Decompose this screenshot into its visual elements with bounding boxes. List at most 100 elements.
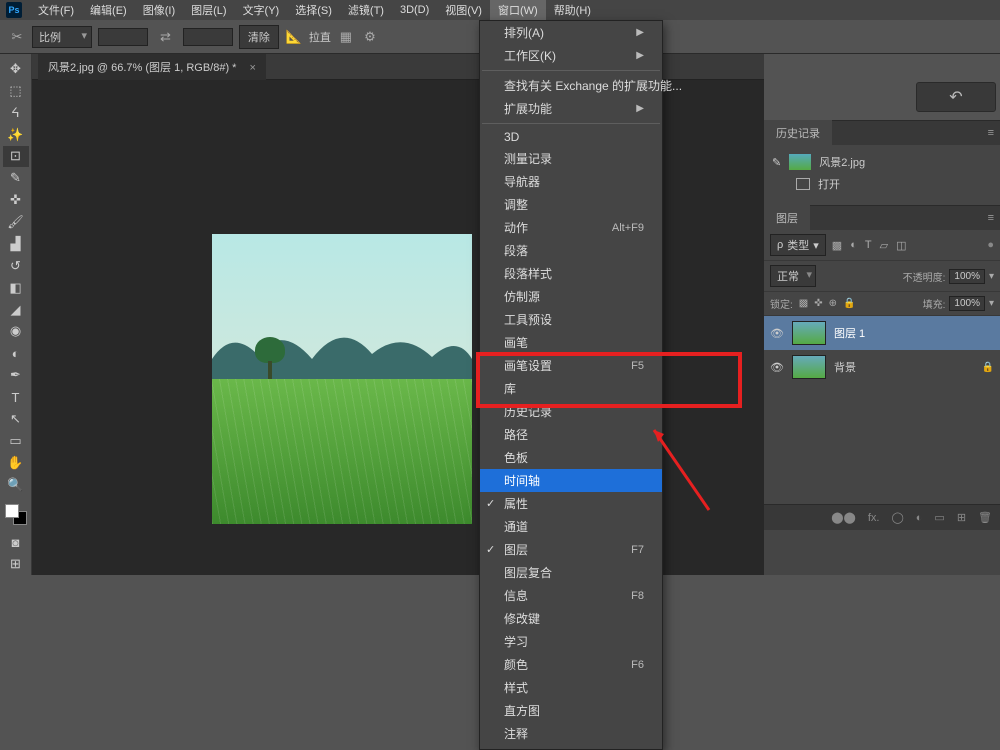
menu-item[interactable]: 扩展功能▶ bbox=[480, 97, 662, 120]
menu-3[interactable]: 图层(L) bbox=[183, 0, 234, 21]
filter-toggle[interactable]: ● bbox=[987, 239, 994, 251]
menu-item[interactable]: 段落样式 bbox=[480, 262, 662, 285]
grid-icon[interactable]: ▦ bbox=[337, 28, 355, 46]
straighten-icon[interactable]: 📐 bbox=[285, 28, 303, 46]
lock-pixels-icon[interactable]: ▩ bbox=[799, 298, 808, 309]
menu-8[interactable]: 视图(V) bbox=[437, 0, 490, 21]
path-tool[interactable]: ↖ bbox=[3, 408, 29, 430]
history-brush-tool[interactable]: ↺ bbox=[3, 255, 29, 277]
panel-menu-icon[interactable]: ≡ bbox=[982, 123, 1000, 143]
dodge-tool[interactable]: ◐ bbox=[3, 342, 29, 364]
filter-type-icon[interactable]: T bbox=[865, 239, 872, 252]
lock-all-icon[interactable]: 🔒 bbox=[843, 298, 855, 309]
ratio-select[interactable]: 比例 bbox=[32, 26, 92, 48]
menu-item[interactable]: 动作Alt+F9 bbox=[480, 216, 662, 239]
canvas[interactable] bbox=[212, 234, 472, 524]
menu-item[interactable]: 颜色F6 bbox=[480, 653, 662, 676]
swap-icon[interactable]: ⇄ bbox=[154, 29, 177, 45]
filter-type-select[interactable]: ρ 类型 ▾ bbox=[770, 234, 826, 256]
menu-item[interactable]: 通道 bbox=[480, 515, 662, 538]
color-swatches[interactable] bbox=[5, 504, 27, 526]
ratio-w-field[interactable] bbox=[98, 28, 148, 46]
ratio-h-field[interactable] bbox=[183, 28, 233, 46]
menu-9[interactable]: 窗口(W) bbox=[490, 0, 546, 21]
filter-shape-icon[interactable]: ▱ bbox=[880, 239, 888, 252]
menu-item[interactable]: 历史记录 bbox=[480, 400, 662, 423]
eyedropper-tool[interactable]: ✎ bbox=[3, 167, 29, 189]
mask-icon[interactable]: ◯ bbox=[891, 511, 903, 524]
visibility-icon[interactable]: 👁 bbox=[770, 361, 784, 374]
history-tab[interactable]: 历史记录 bbox=[764, 120, 832, 146]
move-tool[interactable]: ✥ bbox=[3, 58, 29, 80]
layers-tab[interactable]: 图层 bbox=[764, 205, 810, 231]
group-icon[interactable]: ▭ bbox=[934, 511, 944, 524]
menu-item[interactable]: 3D bbox=[480, 127, 662, 147]
menu-item[interactable]: 信息F8 bbox=[480, 584, 662, 607]
shape-tool[interactable]: ▭ bbox=[3, 430, 29, 452]
type-tool[interactable]: T bbox=[3, 386, 29, 408]
menu-2[interactable]: 图像(I) bbox=[135, 0, 183, 21]
menu-item[interactable]: ✓图层F7 bbox=[480, 538, 662, 561]
eraser-tool[interactable]: ◧ bbox=[3, 277, 29, 299]
mask-mode[interactable]: ◙ bbox=[3, 531, 29, 553]
visibility-icon[interactable]: 👁 bbox=[770, 327, 784, 340]
opacity-value[interactable]: 100% bbox=[949, 269, 985, 284]
marquee-tool[interactable]: ⬚ bbox=[3, 80, 29, 102]
menu-item[interactable]: 调整 bbox=[480, 193, 662, 216]
gear-icon[interactable]: ⚙ bbox=[361, 28, 379, 46]
link-icon[interactable]: ⬤⬤ bbox=[831, 511, 856, 524]
history-snapshot[interactable]: ✎ 风景2.jpg bbox=[770, 151, 994, 173]
wand-tool[interactable]: ✨ bbox=[3, 124, 29, 146]
gradient-tool[interactable]: ◢ bbox=[3, 299, 29, 321]
filter-adjust-icon[interactable]: ◐ bbox=[850, 239, 857, 252]
menu-item[interactable]: 样式 bbox=[480, 676, 662, 699]
blend-mode-select[interactable]: 正常 bbox=[770, 265, 816, 287]
menu-item[interactable]: 排列(A)▶ bbox=[480, 21, 662, 44]
menu-item[interactable]: 画笔 bbox=[480, 331, 662, 354]
menu-item[interactable]: 学习 bbox=[480, 630, 662, 653]
brush-tool[interactable]: 🖌 bbox=[3, 211, 29, 233]
menu-5[interactable]: 选择(S) bbox=[287, 0, 340, 21]
menu-item[interactable]: 色板 bbox=[480, 446, 662, 469]
fill-value[interactable]: 100% bbox=[949, 296, 985, 311]
filter-pixel-icon[interactable]: ▩ bbox=[832, 239, 842, 252]
menu-10[interactable]: 帮助(H) bbox=[546, 0, 599, 21]
menu-item[interactable]: 查找有关 Exchange 的扩展功能... bbox=[480, 74, 662, 97]
menu-1[interactable]: 编辑(E) bbox=[82, 0, 135, 21]
history-step[interactable]: 打开 bbox=[770, 173, 994, 195]
crop-tool[interactable]: ⊡ bbox=[3, 146, 29, 168]
menu-6[interactable]: 滤镜(T) bbox=[340, 0, 392, 21]
pen-tool[interactable]: ✒ bbox=[3, 364, 29, 386]
menu-item[interactable]: 测量记录 bbox=[480, 147, 662, 170]
fx-icon[interactable]: fx. bbox=[868, 512, 880, 524]
filter-smart-icon[interactable]: ◫ bbox=[896, 239, 906, 252]
menu-4[interactable]: 文字(Y) bbox=[235, 0, 288, 21]
panel-menu-icon[interactable]: ≡ bbox=[982, 208, 1000, 228]
menu-item[interactable]: 图层复合 bbox=[480, 561, 662, 584]
menu-0[interactable]: 文件(F) bbox=[30, 0, 82, 21]
menu-item[interactable]: 工作区(K)▶ bbox=[480, 44, 662, 67]
stamp-tool[interactable]: ▟ bbox=[3, 233, 29, 255]
document-tab[interactable]: 风景2.jpg @ 66.7% (图层 1, RGB/8#) * × bbox=[38, 54, 266, 80]
zoom-tool[interactable]: 🔍 bbox=[3, 474, 29, 496]
menu-item[interactable]: 库 bbox=[480, 377, 662, 400]
menu-item[interactable]: 画笔设置F5 bbox=[480, 354, 662, 377]
layer-row[interactable]: 👁背景🔒 bbox=[764, 350, 1000, 384]
menu-item[interactable]: 仿制源 bbox=[480, 285, 662, 308]
menu-item[interactable]: 直方图 bbox=[480, 699, 662, 722]
menu-item[interactable]: 路径 bbox=[480, 423, 662, 446]
collapse-panels-button[interactable]: ↶ bbox=[916, 82, 996, 112]
crop-tool-icon[interactable]: ✂ bbox=[8, 28, 26, 46]
adjustment-icon[interactable]: ◐ bbox=[916, 512, 923, 524]
lock-position-icon[interactable]: ✜ bbox=[814, 298, 822, 309]
menu-item[interactable]: 修改键 bbox=[480, 607, 662, 630]
screen-mode[interactable]: ⊞ bbox=[3, 553, 29, 575]
hand-tool[interactable]: ✋ bbox=[3, 452, 29, 474]
close-icon[interactable]: × bbox=[250, 62, 256, 74]
new-layer-icon[interactable]: ⊞ bbox=[957, 511, 966, 524]
menu-item[interactable]: ✓属性 bbox=[480, 492, 662, 515]
menu-item[interactable]: 时间轴 bbox=[480, 469, 662, 492]
menu-7[interactable]: 3D(D) bbox=[392, 1, 437, 19]
layer-row[interactable]: 👁图层 1 bbox=[764, 316, 1000, 350]
menu-item[interactable]: 导航器 bbox=[480, 170, 662, 193]
